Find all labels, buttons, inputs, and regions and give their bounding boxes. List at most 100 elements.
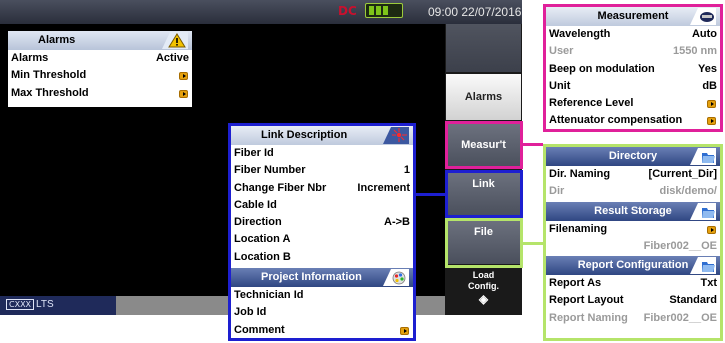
arrow-right-icon[interactable] [707, 225, 716, 234]
job-id-label: Job Id [234, 306, 267, 319]
beep-value: Yes [698, 62, 717, 75]
measurement-softkey[interactable]: Measur't [446, 122, 521, 168]
wavelength-row[interactable]: Wavelength Auto [546, 26, 720, 43]
link-panel-title: Link Description [261, 129, 348, 141]
dir-naming-row[interactable]: Dir. Naming [Current_Dir] [546, 166, 720, 183]
wavelength-label: Wavelength [549, 28, 611, 40]
report-naming-value: Fiber002__OE [643, 311, 717, 324]
direction-label: Direction [234, 216, 282, 229]
file-softkey[interactable]: File [446, 218, 521, 264]
comment-row[interactable]: Comment [231, 322, 413, 339]
max-threshold-label: Max Threshold [11, 86, 89, 99]
change-fiber-label: Change Fiber Nbr [234, 181, 327, 194]
project-info-header: Project Information [231, 268, 413, 288]
arrow-right-icon[interactable] [707, 117, 716, 126]
measurement-panel-header: Measurement [546, 7, 720, 26]
instrument-badge-icon [690, 8, 716, 25]
unit-label: Unit [549, 79, 571, 92]
unit-row[interactable]: Unit dB [546, 78, 720, 95]
filenaming-label: Filenaming [549, 222, 608, 235]
dir-naming-label: Dir. Naming [549, 168, 611, 180]
beep-label: Beep on modulation [549, 62, 655, 75]
alarms-panel-title: Alarms [38, 34, 76, 46]
laser-icon [383, 127, 409, 144]
folder-icon [690, 257, 716, 275]
cable-id-label: Cable Id [234, 198, 277, 211]
diamond-icon: ◈ [478, 292, 489, 306]
load-config-softkey[interactable]: Load Config. ◈ [446, 266, 521, 315]
report-layout-value: Standard [669, 294, 717, 307]
alarms-value: Active [155, 52, 189, 64]
job-id-row[interactable]: Job Id [231, 304, 413, 321]
warning-icon [162, 32, 188, 49]
link-panel-header: Link Description [231, 126, 413, 145]
device-id-badge: DC [338, 4, 357, 18]
file-connector [523, 242, 543, 245]
fiber-number-value: 1 [403, 164, 410, 177]
softkey-column: Alarms Measur't Link File Load Config. ◈ [445, 24, 522, 315]
direction-row[interactable]: Direction A->B [231, 214, 413, 231]
user-row: User 1550 nm [546, 43, 720, 60]
filenaming-row[interactable]: Filenaming [546, 221, 720, 238]
date-time: 09:00 22/07/2016 [428, 5, 522, 19]
location-b-row[interactable]: Location B [231, 249, 413, 266]
cable-id-row[interactable]: Cable Id [231, 197, 413, 214]
reference-level-row[interactable]: Reference Level [546, 95, 720, 112]
user-label: User [549, 45, 574, 58]
link-softkey[interactable]: Link [446, 170, 521, 216]
unit-value: dB [702, 79, 717, 92]
palette-icon [383, 269, 409, 287]
attenuator-row[interactable]: Attenuator compensation [546, 112, 720, 129]
dir-label: Dir [549, 185, 565, 198]
report-config-title: Report Configuration [577, 259, 689, 272]
lts-tab[interactable]: CXXX LTS [0, 296, 115, 315]
softkey-empty[interactable] [446, 24, 521, 72]
filename-preview-row: Fiber002__OE [546, 238, 720, 255]
beep-row[interactable]: Beep on modulation Yes [546, 61, 720, 78]
wavelength-value: Auto [691, 28, 717, 40]
location-a-row[interactable]: Location A [231, 231, 413, 248]
min-threshold-label: Min Threshold [11, 69, 87, 82]
alarms-row[interactable]: Alarms Active [8, 50, 192, 67]
status-bar: DC 09:00 22/07/2016 [0, 0, 522, 24]
alarms-panel: Alarms Alarms Active Min Threshold Max T… [8, 31, 192, 107]
arrow-right-icon[interactable] [400, 326, 409, 335]
arrow-right-icon[interactable] [707, 100, 716, 109]
arrow-right-icon[interactable] [179, 72, 188, 81]
folder-icon [690, 202, 716, 220]
location-a-label: Location A [234, 233, 291, 246]
user-value: 1550 nm [672, 45, 717, 58]
alarms-softkey[interactable]: Alarms [446, 74, 521, 120]
report-layout-label: Report Layout [549, 294, 624, 307]
result-storage-header: Result Storage [546, 201, 720, 221]
arrow-right-icon[interactable] [179, 89, 188, 98]
dir-value: disk/demo/ [659, 185, 717, 198]
fiber-id-row[interactable]: Fiber Id [231, 145, 413, 162]
report-config-header: Report Configuration [546, 256, 720, 276]
measurement-panel: Measurement Wavelength Auto User 1550 nm… [543, 4, 723, 132]
report-as-value: Txt [700, 277, 718, 290]
max-threshold-row[interactable]: Max Threshold [8, 85, 192, 102]
filename-preview-value: Fiber002__OE [643, 239, 717, 252]
change-fiber-row[interactable]: Change Fiber Nbr Increment [231, 180, 413, 197]
fiber-number-row[interactable]: Fiber Number 1 [231, 162, 413, 179]
direction-value: A->B [384, 216, 410, 229]
alarms-panel-header: Alarms [8, 31, 192, 50]
report-as-label: Report As [549, 277, 602, 290]
min-threshold-row[interactable]: Min Threshold [8, 67, 192, 84]
change-fiber-value: Increment [357, 181, 410, 194]
load-config-label-1: Load [472, 270, 495, 280]
project-info-title: Project Information [261, 271, 362, 284]
directory-title: Directory [608, 150, 658, 162]
tab-label: LTS [36, 299, 54, 310]
location-b-label: Location B [234, 250, 291, 263]
battery-icon [365, 3, 403, 18]
technician-id-row[interactable]: Technician Id [231, 287, 413, 304]
load-config-label-2: Config. [468, 281, 499, 291]
folder-icon [690, 148, 716, 165]
file-panel: Directory Dir. Naming [Current_Dir] Dir … [543, 144, 723, 341]
link-connector [416, 193, 446, 196]
report-layout-row[interactable]: Report Layout Standard [546, 292, 720, 309]
report-as-row[interactable]: Report As Txt [546, 275, 720, 292]
comment-label: Comment [234, 323, 285, 336]
